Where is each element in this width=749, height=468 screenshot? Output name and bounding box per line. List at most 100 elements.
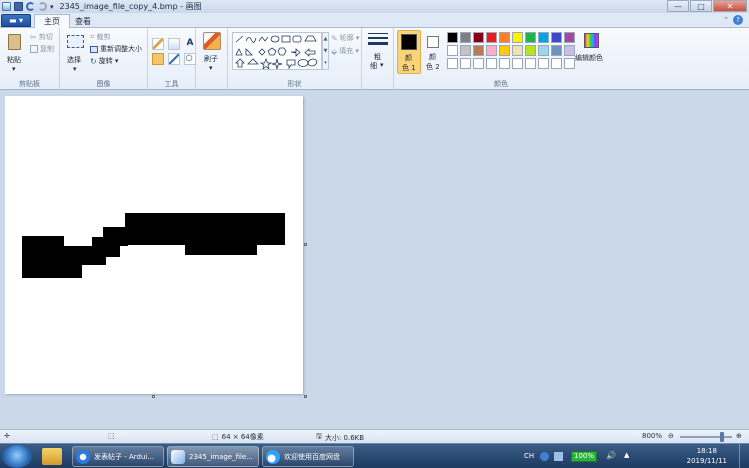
select-button[interactable]: 选择 ▾ [64, 32, 88, 74]
size-group[interactable]: 粗 细 ▾ [362, 28, 394, 90]
paint-app-icon[interactable] [2, 2, 11, 11]
palette-swatch[interactable] [473, 45, 484, 56]
palette-swatch[interactable] [564, 32, 575, 43]
file-menu-button[interactable]: ▬ ▾ [1, 14, 31, 27]
brushes-group[interactable]: 刷子 ▾ [196, 28, 228, 90]
zoom-out-icon[interactable]: ⊖ [668, 432, 674, 440]
taskbar: 发表帖子 - Ardui... 2345_image_file... 欢迎使用百… [0, 443, 749, 468]
system-clock[interactable]: 18:18 2019/11/11 [687, 446, 727, 466]
clipboard-icon [8, 34, 21, 50]
size-arrow-icon[interactable]: ▾ [380, 61, 384, 69]
palette-swatch[interactable] [525, 58, 536, 69]
palette-swatch[interactable] [538, 45, 549, 56]
crop-button[interactable]: ⌗ 裁剪 [90, 32, 111, 42]
input-language[interactable]: CH [524, 452, 534, 460]
drawing-canvas[interactable] [5, 96, 307, 398]
palette-swatch[interactable] [564, 45, 575, 56]
palette-swatch[interactable] [460, 58, 471, 69]
shapes-gallery[interactable] [232, 32, 322, 70]
palette-swatch[interactable] [473, 32, 484, 43]
resize-button[interactable]: 重新调整大小 [90, 44, 142, 54]
paste-arrow-icon[interactable]: ▾ [12, 65, 16, 73]
tab-view[interactable]: 查看 [66, 14, 100, 28]
copy-button[interactable]: 复制 [30, 44, 54, 54]
palette-swatch[interactable] [473, 58, 484, 69]
palette-swatch[interactable] [538, 58, 549, 69]
palette-swatch[interactable] [551, 45, 562, 56]
magnifier-icon[interactable] [184, 53, 196, 65]
cut-label: 剪切 [38, 33, 53, 41]
paste-button[interactable]: 粘贴 ▾ [4, 32, 26, 74]
palette-swatch[interactable] [564, 58, 575, 69]
zoom-in-icon[interactable]: ⊕ [736, 432, 742, 440]
edit-colors-button[interactable]: 编辑颜色 [575, 31, 609, 75]
minimize-button[interactable]: — [667, 0, 689, 12]
paint-taskbar-icon [171, 449, 185, 464]
collapse-ribbon-icon[interactable]: ⌃ [723, 16, 729, 24]
select-arrow-icon[interactable]: ▾ [73, 65, 77, 73]
palette-swatch[interactable] [525, 45, 536, 56]
resize-handle-right[interactable] [304, 243, 307, 246]
eraser-tool-icon[interactable] [152, 53, 164, 65]
palette-swatch[interactable] [551, 58, 562, 69]
close-button[interactable]: ✕ [713, 0, 747, 12]
outline-button[interactable]: ✎ 轮廓 ▾ [331, 33, 359, 43]
palette-swatch[interactable] [499, 45, 510, 56]
taskbar-item-paint[interactable]: 2345_image_file... [167, 446, 259, 467]
taskbar-item-browser[interactable]: 发表帖子 - Ardui... [72, 446, 164, 467]
palette-swatch[interactable] [512, 32, 523, 43]
zoom-slider[interactable] [680, 436, 732, 438]
palette-swatch[interactable] [447, 32, 458, 43]
tray-arrow-icon[interactable]: ▲ [624, 451, 629, 459]
palette-swatch[interactable] [447, 45, 458, 56]
palette-swatch[interactable] [486, 32, 497, 43]
palette-swatch[interactable] [486, 45, 497, 56]
canvas-workspace[interactable] [0, 90, 749, 429]
tray-help-icon[interactable] [540, 452, 549, 461]
palette-swatch[interactable] [460, 32, 471, 43]
pencil-tool-icon[interactable] [152, 38, 164, 50]
color-picker-icon[interactable] [168, 53, 180, 65]
zoom-slider-thumb[interactable] [720, 432, 724, 442]
palette-swatch[interactable] [499, 32, 510, 43]
palette-swatch[interactable] [447, 58, 458, 69]
palette-swatch[interactable] [512, 45, 523, 56]
crop-label: 裁剪 [96, 33, 111, 41]
tray-volume-icon[interactable]: 🔊 [606, 451, 616, 460]
color2-label-1: 颜 [429, 53, 436, 61]
qat-customize-icon[interactable]: ▾ [50, 3, 54, 11]
taskbar-item-baidu[interactable]: 欢迎使用百度网盘 [262, 446, 354, 467]
resize-handle-bottom[interactable] [152, 395, 155, 398]
taskbar-item-baidu-label: 欢迎使用百度网盘 [284, 452, 340, 461]
show-desktop-button[interactable] [739, 444, 749, 468]
undo-icon[interactable] [26, 2, 35, 11]
save-icon[interactable] [14, 2, 23, 11]
shapes-scroll-icon[interactable]: ▲ ▼ ▾ [322, 32, 329, 70]
palette-swatch[interactable] [486, 58, 497, 69]
tray-network-icon[interactable] [554, 452, 563, 461]
tab-home[interactable]: 主页 [34, 14, 70, 28]
color1-button[interactable]: 颜 色 1 [397, 30, 421, 74]
palette-swatch[interactable] [512, 58, 523, 69]
explorer-icon[interactable] [42, 448, 62, 465]
quick-access-toolbar: ▾ [0, 0, 54, 13]
brushes-arrow-icon[interactable]: ▾ [209, 64, 213, 72]
resize-handle-corner[interactable] [304, 395, 307, 398]
palette-swatch[interactable] [499, 58, 510, 69]
maximize-button[interactable]: □ [690, 0, 712, 12]
start-button[interactable] [2, 445, 32, 468]
redo-icon[interactable] [38, 2, 47, 11]
battery-indicator[interactable]: 100% [571, 451, 597, 462]
color2-button[interactable]: 颜 色 2 [423, 30, 445, 74]
rotate-button[interactable]: ↻ 旋转 ▾ [90, 56, 118, 66]
fill-button[interactable]: ⬙ 填充 ▾ [331, 46, 359, 56]
cut-button[interactable]: ✂ 剪切 [30, 32, 53, 42]
text-tool-icon[interactable]: A [184, 38, 196, 50]
palette-swatch[interactable] [525, 32, 536, 43]
dimensions-icon: ⬚ [212, 433, 219, 441]
help-icon[interactable]: ? [733, 15, 743, 25]
palette-swatch[interactable] [460, 45, 471, 56]
palette-swatch[interactable] [538, 32, 549, 43]
fill-tool-icon[interactable] [168, 38, 180, 50]
palette-swatch[interactable] [551, 32, 562, 43]
